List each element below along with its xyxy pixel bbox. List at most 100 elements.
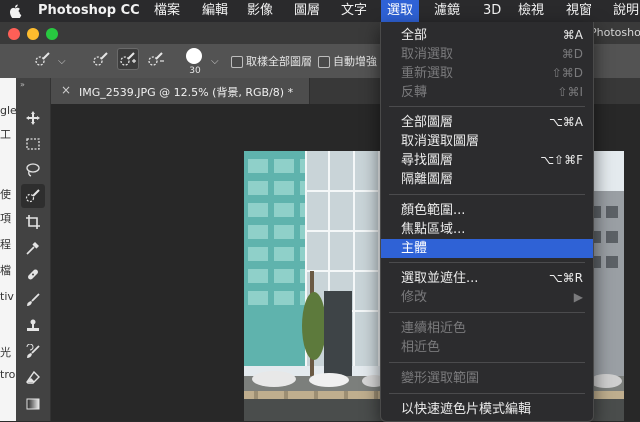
brush-icon[interactable] — [21, 288, 45, 312]
eyedropper-icon[interactable] — [21, 236, 45, 260]
menu-separator — [389, 106, 585, 107]
auto-enhance-checkbox[interactable] — [318, 56, 330, 68]
sliver-text: 光 — [0, 346, 11, 359]
menu-item-label: 取消選取圖層 — [401, 134, 480, 149]
menu-item-focus-area[interactable]: 焦點區域... — [381, 220, 593, 239]
menu-view[interactable]: 檢視 — [512, 0, 550, 22]
menu-item-inverse[interactable]: 反轉 ⇧⌘I — [381, 83, 593, 102]
menu-separator — [389, 312, 585, 313]
add-to-selection-icon[interactable] — [117, 48, 139, 70]
marquee-icon[interactable] — [21, 132, 45, 156]
menu-item-label: 尋找圖層 — [401, 153, 454, 168]
menu-layer[interactable]: 圖層 — [288, 0, 326, 22]
menu-filter[interactable]: 濾鏡 — [428, 0, 466, 22]
sliver-text: gle — [0, 104, 16, 117]
menu-file[interactable]: 檔案 — [148, 0, 186, 22]
menu-item-label: 全部 — [401, 28, 428, 43]
menu-item-deselect-layers[interactable]: 取消選取圖層 — [381, 132, 593, 151]
menu-item-deselect[interactable]: 取消選取 ⌘D — [381, 45, 593, 64]
sample-all-layers-label: 取樣全部圖層 — [246, 55, 312, 68]
close-tab-icon[interactable]: × — [61, 83, 73, 99]
close-window-button[interactable] — [8, 28, 20, 40]
zoom-window-button[interactable] — [46, 28, 58, 40]
subtract-from-selection-icon[interactable] — [145, 48, 167, 70]
menu-separator — [389, 393, 585, 394]
menu-item-label: 相近色 — [401, 340, 441, 355]
menu-separator — [389, 194, 585, 195]
eraser-icon[interactable] — [21, 366, 45, 390]
sliver-text: 項 — [0, 212, 11, 225]
menu-item-label: 主體 — [401, 241, 428, 256]
brush-size-value: 30 — [189, 66, 201, 76]
apple-logo-icon[interactable] — [4, 0, 28, 22]
sliver-text: tiv — [0, 290, 14, 303]
document-tab-title: IMG_2539.JPG @ 12.5% (背景, RGB/8) * — [79, 86, 294, 99]
menu-item-transform-selection[interactable]: 變形選取範圍 — [381, 369, 593, 388]
menu-edit[interactable]: 編輯 — [196, 0, 234, 22]
sliver-text: 使 — [0, 188, 11, 201]
sample-all-layers-checkbox[interactable] — [231, 56, 243, 68]
menu-item-label: 連續相近色 — [401, 321, 467, 336]
new-selection-icon[interactable] — [90, 48, 112, 70]
lasso-icon[interactable] — [21, 158, 45, 182]
crop-icon[interactable] — [21, 210, 45, 234]
app-menu[interactable]: Photoshop CC — [32, 0, 146, 22]
menu-item-label: 顏色範圍... — [401, 203, 466, 218]
menu-item-shortcut: ⌥⇧⌘F — [540, 153, 583, 167]
menu-item-select-all[interactable]: 全部 ⌘A — [381, 26, 593, 45]
sliver-text: tro — [0, 368, 16, 381]
chevron-down-icon[interactable]: ⌵ — [58, 56, 66, 67]
menu-item-subject[interactable]: 主體 — [381, 239, 593, 258]
menu-window[interactable]: 視窗 — [560, 0, 598, 22]
menu-item-isolate-layers[interactable]: 隔離圖層 — [381, 170, 593, 189]
menu-item-color-range[interactable]: 顏色範圍... — [381, 201, 593, 220]
auto-enhance-label: 自動增強 — [333, 55, 377, 68]
gradient-icon[interactable] — [21, 392, 45, 416]
menu-item-shortcut: ⌥⌘R — [548, 271, 583, 285]
menu-item-select-and-mask[interactable]: 選取並遮住... ⌥⌘R — [381, 269, 593, 288]
menu-item-label: 取消選取 — [401, 47, 454, 62]
menu-item-grow[interactable]: 連續相近色 — [381, 319, 593, 338]
clone-stamp-icon[interactable] — [21, 314, 45, 338]
background-window-sliver: gle 工 使 項 程 檔 tiv 光 tro — [0, 78, 16, 421]
move-icon[interactable] — [21, 106, 45, 130]
menu-item-find-layers[interactable]: 尋找圖層 ⌥⇧⌘F — [381, 151, 593, 170]
menu-separator — [389, 262, 585, 263]
menu-image[interactable]: 影像 — [241, 0, 279, 22]
menu-item-shortcut: ⇧⌘I — [557, 85, 583, 99]
submenu-arrow-icon: ▶ — [573, 290, 583, 304]
menu-item-label: 焦點區域... — [401, 222, 466, 237]
minimize-window-button[interactable] — [27, 28, 39, 40]
menu-item-quick-mask[interactable]: 以快速遮色片模式編輯 — [381, 400, 593, 419]
menu-item-label: 以快速遮色片模式編輯 — [401, 402, 532, 417]
menu-item-modify[interactable]: 修改 ▶ — [381, 288, 593, 307]
menu-item-label: 變形選取範圍 — [401, 371, 480, 386]
menu-item-label: 選取並遮住... — [401, 271, 479, 286]
collapse-panel-icon[interactable]: » — [16, 80, 54, 90]
menu-item-all-layers[interactable]: 全部圖層 ⌥⌘A — [381, 113, 593, 132]
menu-item-shortcut: ⌘A — [562, 28, 583, 42]
select-menu-dropdown: 全部 ⌘A 取消選取 ⌘D 重新選取 ⇧⌘D 反轉 ⇧⌘I 全部圖層 ⌥⌘A 取… — [380, 22, 594, 422]
menu-bar: Photoshop CC 檔案 編輯 影像 圖層 文字 選取 濾鏡 3D 檢視 … — [0, 0, 640, 22]
window-title: Photoshop — [590, 26, 640, 39]
menu-item-label: 全部圖層 — [401, 115, 454, 130]
sliver-text: 程 — [0, 238, 11, 251]
tools-panel: » — [16, 78, 51, 421]
menu-item-label: 隔離圖層 — [401, 172, 454, 187]
quick-selection-icon[interactable] — [21, 184, 45, 208]
tool-preset-icon[interactable] — [32, 48, 54, 70]
history-brush-icon[interactable] — [21, 340, 45, 364]
chevron-down-icon[interactable]: ⌵ — [211, 56, 219, 67]
menu-item-similar[interactable]: 相近色 — [381, 338, 593, 357]
menu-type[interactable]: 文字 — [335, 0, 373, 22]
document-tab[interactable]: × IMG_2539.JPG @ 12.5% (背景, RGB/8) * — [51, 78, 310, 104]
menu-item-reselect[interactable]: 重新選取 ⇧⌘D — [381, 64, 593, 83]
menu-3d[interactable]: 3D — [477, 0, 507, 22]
menu-help[interactable]: 說明 — [607, 0, 640, 22]
menu-item-shortcut: ⇧⌘D — [551, 66, 583, 80]
healing-brush-icon[interactable] — [21, 262, 45, 286]
brush-preview-icon[interactable] — [186, 48, 202, 64]
menu-item-shortcut: ⌥⌘A — [548, 115, 583, 129]
menu-select[interactable]: 選取 — [381, 0, 420, 22]
menu-item-label: 修改 — [401, 290, 428, 305]
